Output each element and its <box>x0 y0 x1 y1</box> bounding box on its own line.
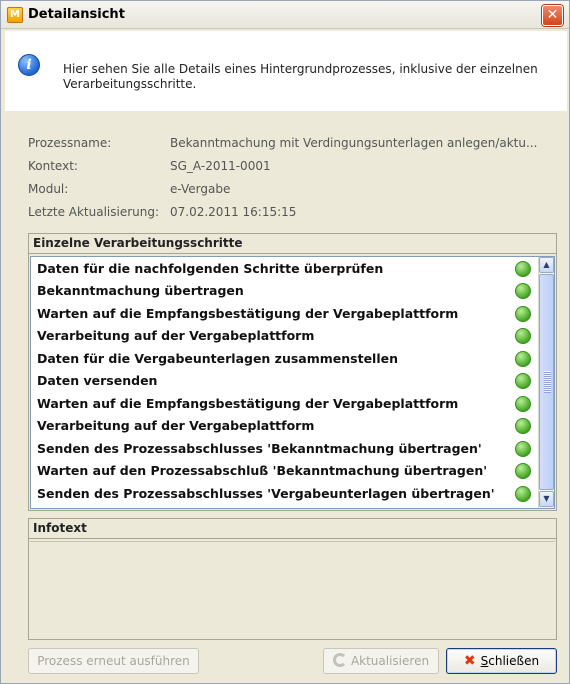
steps-scrollbar[interactable]: ▲ ▼ <box>538 257 554 508</box>
step-item[interactable]: Verarbeitung auf der Vergabeplattform <box>31 324 539 347</box>
status-ok-icon <box>515 463 531 479</box>
step-item[interactable]: Warten auf die Empfangsbestätigung der V… <box>31 302 539 325</box>
step-item[interactable]: Warten auf den Prozessabschluß 'Bekanntm… <box>31 459 539 482</box>
app-icon: M <box>7 7 23 23</box>
status-ok-icon <box>515 441 531 457</box>
info-panel: i Hier sehen Sie alle Details eines Hint… <box>5 31 567 111</box>
window-title: Detailansicht <box>28 7 125 22</box>
property-label: Kontext: <box>28 159 78 173</box>
close-button[interactable]: ✖ Schließen <box>446 648 557 674</box>
status-ok-icon <box>515 396 531 412</box>
property-row-processname: Prozessname: Bekanntmachung mit Verdingu… <box>28 136 558 159</box>
property-label: Modul: <box>28 182 69 196</box>
arrow-up-icon: ▲ <box>543 260 550 269</box>
step-item[interactable]: Verarbeitung auf der Vergabeplattform <box>31 414 539 437</box>
refresh-icon <box>332 653 347 667</box>
step-item[interactable]: Daten versenden <box>31 369 539 392</box>
property-value: SG_A-2011-0001 <box>170 159 271 173</box>
process-properties: Prozessname: Bekanntmachung mit Verdingu… <box>28 136 558 228</box>
info-icon: i <box>18 54 40 76</box>
status-ok-icon <box>515 306 531 322</box>
status-ok-icon <box>515 328 531 344</box>
scroll-up-button[interactable]: ▲ <box>539 257 554 273</box>
grip-icon <box>544 371 551 393</box>
property-label: Prozessname: <box>28 136 112 150</box>
rerun-process-button[interactable]: Prozess erneut ausführen <box>28 648 199 674</box>
step-item[interactable]: Warten auf die Empfangsbestätigung der V… <box>31 392 539 415</box>
step-label: Bekanntmachung übertragen <box>37 283 244 298</box>
steps-group-header: Einzelne Verarbeitungsschritte <box>29 234 556 254</box>
property-row-last-update: Letzte Aktualisierung: 07.02.2011 16:15:… <box>28 205 558 228</box>
steps-group: Einzelne Verarbeitungsschritte Daten für… <box>28 233 557 511</box>
step-item[interactable]: Senden des Prozessabschlusses 'Vergabeun… <box>31 482 539 505</box>
close-icon: ✕ <box>546 7 559 23</box>
step-label: Warten auf die Empfangsbestätigung der V… <box>37 306 459 321</box>
scroll-down-button[interactable]: ▼ <box>539 491 554 507</box>
step-item[interactable]: Daten für die nachfolgenden Schritte übe… <box>31 257 539 280</box>
detail-dialog: M Detailansicht ✕ i Hier sehen Sie alle … <box>0 0 570 684</box>
status-ok-icon <box>515 486 531 502</box>
steps-list[interactable]: Daten für die nachfolgenden Schritte übe… <box>30 256 555 509</box>
step-label: Daten versenden <box>37 373 158 388</box>
step-label: Verarbeitung auf der Vergabeplattform <box>37 328 315 343</box>
status-ok-icon <box>515 418 531 434</box>
step-label: Daten für die nachfolgenden Schritte übe… <box>37 261 384 276</box>
title-bar[interactable]: M Detailansicht ✕ <box>1 1 569 29</box>
status-ok-icon <box>515 283 531 299</box>
status-ok-icon <box>515 351 531 367</box>
scrollbar-thumb[interactable] <box>539 274 554 490</box>
step-item[interactable]: Senden des Prozessabschlusses 'Bekanntma… <box>31 437 539 460</box>
refresh-button[interactable]: Aktualisieren <box>323 648 439 674</box>
infotext-group: Infotext <box>28 518 557 640</box>
step-label: Daten für die Vergabeunterlagen zusammen… <box>37 351 398 366</box>
property-value: 07.02.2011 16:15:15 <box>170 205 297 219</box>
infotext-header: Infotext <box>29 519 556 539</box>
status-ok-icon <box>515 373 531 389</box>
property-value: Bekanntmachung mit Verdingungsunterlagen… <box>170 136 538 150</box>
info-description: Hier sehen Sie alle Details eines Hinter… <box>63 62 538 91</box>
refresh-label: Aktualisieren <box>350 654 430 668</box>
property-row-context: Kontext: SG_A-2011-0001 <box>28 159 558 182</box>
infotext-area[interactable] <box>30 541 555 638</box>
step-label: Senden des Prozessabschlusses 'Bekanntma… <box>37 441 482 456</box>
step-label: Warten auf den Prozessabschluß 'Bekanntm… <box>37 463 488 478</box>
property-row-module: Modul: e-Vergabe <box>28 182 558 205</box>
step-label: Verarbeitung auf der Vergabeplattform <box>37 418 315 433</box>
property-label: Letzte Aktualisierung: <box>28 205 160 219</box>
step-label: Senden des Prozessabschlusses 'Vergabeun… <box>37 486 495 501</box>
step-item[interactable]: Bekanntmachung übertragen <box>31 279 539 302</box>
step-label: Warten auf die Empfangsbestätigung der V… <box>37 396 459 411</box>
close-label: chließen <box>488 654 540 668</box>
close-x-icon: ✖ <box>463 653 476 669</box>
status-ok-icon <box>515 261 531 277</box>
arrow-down-icon: ▼ <box>543 494 550 503</box>
property-value: e-Vergabe <box>170 182 231 196</box>
close-window-button[interactable]: ✕ <box>542 5 563 26</box>
step-item[interactable]: Daten für die Vergabeunterlagen zusammen… <box>31 347 539 370</box>
